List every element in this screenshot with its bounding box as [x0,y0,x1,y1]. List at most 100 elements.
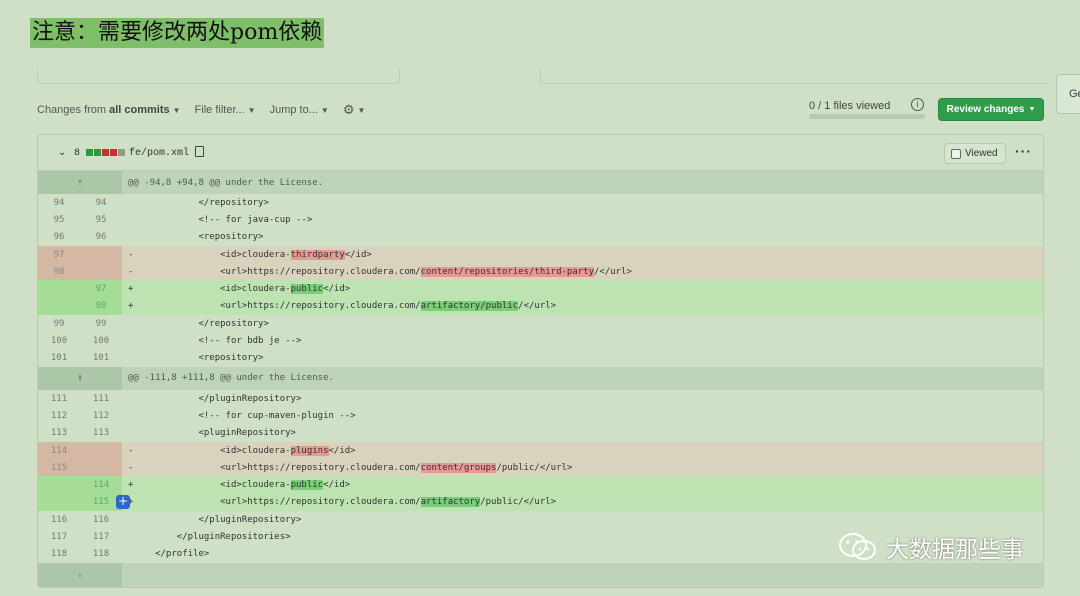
code-post: </id> [323,480,351,491]
code-text: <repository> [133,232,264,243]
old-line-number[interactable] [38,476,80,494]
settings-dropdown[interactable]: ⚙ ▼ [343,102,366,118]
new-line-number[interactable]: 113 [80,425,122,442]
old-line-number[interactable]: 95 [38,211,80,228]
expand-down-icon[interactable]: ⇣ [38,562,122,587]
files-viewed-count: 0 / 1 files viewed [809,100,891,112]
diff-line: 116 116 </pluginRepository> [38,511,1043,528]
new-line-number[interactable]: 101 [80,350,122,367]
new-line-number[interactable] [80,245,122,264]
info-icon[interactable]: i [911,98,924,111]
diff-line: 94 94 </repository> [38,194,1043,211]
old-line-number[interactable]: 100 [38,332,80,349]
code-pre: <url>https://repository.cloudera.com/ [133,266,421,277]
new-line-number[interactable]: 94 [80,194,122,211]
review-changes-button[interactable]: Review changes ▼ [938,98,1044,121]
old-line-number[interactable] [38,493,80,512]
new-line-number[interactable]: 98 [80,297,122,316]
expand-icon[interactable]: ⇡ [38,171,122,194]
file-name[interactable]: fe/pom.xml [129,148,189,159]
chevron-down-icon[interactable]: ⌄ [58,147,66,158]
code-pre: <url>https://repository.cloudera.com/ [133,497,421,508]
viewed-checkbox[interactable]: Viewed [944,143,1006,164]
diff-line: 101 101 <repository> [38,350,1043,367]
new-line-number[interactable] [80,459,122,477]
checkbox-icon [951,148,961,159]
caret-down-icon: ▼ [320,105,329,115]
new-line-number[interactable]: 99 [80,315,122,332]
new-line-number[interactable]: 116 [80,511,122,528]
diffstat-del [102,149,109,156]
old-line-number[interactable]: 115 [38,459,80,477]
old-line-number[interactable]: 118 [38,546,80,563]
old-line-number[interactable]: 114 [38,441,80,460]
old-line-number[interactable]: 96 [38,229,80,246]
diff-line: 98 - <url>https://repository.cloudera.co… [38,263,1043,281]
changed-segment: content/repositories/third-party [420,266,594,277]
diff-sign [122,511,133,528]
file-filter-label: File filter... [194,104,245,116]
old-line-number[interactable]: 112 [38,407,80,424]
expand-icon[interactable]: ⇕ [38,366,122,390]
old-line-number[interactable]: 101 [38,350,80,367]
code-post: </id> [323,284,351,295]
changed-segment: thirdparty [290,249,345,260]
new-line-number[interactable]: 97 [80,280,122,298]
more-options-icon[interactable]: ··· [1015,143,1032,159]
new-line-number[interactable]: 111 [80,390,122,407]
line-number-text: 115 [92,497,110,508]
old-line-number[interactable] [38,297,80,316]
hunk-header: ⇡ @@ -94,8 +94,8 @@ under the License. [38,171,1043,194]
old-line-number[interactable]: 111 [38,390,80,407]
changed-segment: artifactory/public [420,301,519,312]
new-line-number[interactable]: 100 [80,332,122,349]
new-line-number[interactable] [80,263,122,281]
new-line-number[interactable]: 114 [80,476,122,494]
diff-sign [122,350,133,367]
diff-line: 96 96 <repository> [38,229,1043,246]
side-tab[interactable]: Ge [1056,74,1080,114]
diff-line: 97 - <id>cloudera-thirdparty</id> [38,245,1043,264]
code-text: <id>cloudera-public</id> [133,476,1043,494]
changed-segment: public [290,284,324,295]
file-filter-dropdown[interactable]: File filter... ▼ [195,102,256,118]
old-line-number[interactable] [38,280,80,298]
watermark-text: 大数据那些事 [886,537,1024,563]
new-line-number[interactable]: 115 + [80,493,130,512]
old-line-number[interactable]: 99 [38,315,80,332]
add-comment-button[interactable]: + [116,494,130,509]
code-text: <!-- for bdb je --> [133,336,302,347]
new-line-number[interactable]: 95 [80,211,122,228]
new-line-number[interactable] [80,441,122,460]
code-text: </repository> [133,197,269,208]
code-pre: <url>https://repository.cloudera.com/ [133,301,421,312]
new-line-number[interactable]: 96 [80,229,122,246]
diff-line: 112 112 <!-- for cup-maven-plugin --> [38,407,1043,424]
code-text: <!-- for cup-maven-plugin --> [133,410,356,421]
jump-to-dropdown[interactable]: Jump to... ▼ [270,102,329,118]
old-line-number[interactable]: 97 [38,245,80,264]
changes-from-label: Changes from [37,104,107,116]
tail-fill [122,562,1043,587]
old-line-number[interactable]: 98 [38,263,80,281]
old-line-number[interactable]: 94 [38,194,80,211]
new-line-number[interactable]: 112 [80,407,122,424]
new-line-number[interactable]: 118 [80,546,122,563]
diff-sign [122,315,133,332]
code-text: </repository> [133,318,269,329]
changes-from-dropdown[interactable]: Changes from all commits ▼ [37,102,181,118]
old-line-number[interactable]: 113 [38,425,80,442]
diff-sign [122,528,133,545]
old-line-number[interactable]: 117 [38,528,80,545]
new-line-number[interactable]: 117 [80,528,122,545]
diff-line: 111 111 </pluginRepository> [38,390,1043,407]
diff-table: ⇡ @@ -94,8 +94,8 @@ under the License. 94… [38,171,1043,587]
diff-line: 114 + <id>cloudera-public</id> [38,476,1043,494]
changed-segment: artifactory [420,497,481,508]
code-text: <url>https://repository.cloudera.com/art… [133,297,1043,316]
code-pre: <id>cloudera- [133,249,291,260]
old-line-number[interactable]: 116 [38,511,80,528]
copy-icon[interactable] [195,146,204,157]
diffstat-neutral [118,149,125,156]
caret-down-icon: ▼ [1028,106,1036,113]
